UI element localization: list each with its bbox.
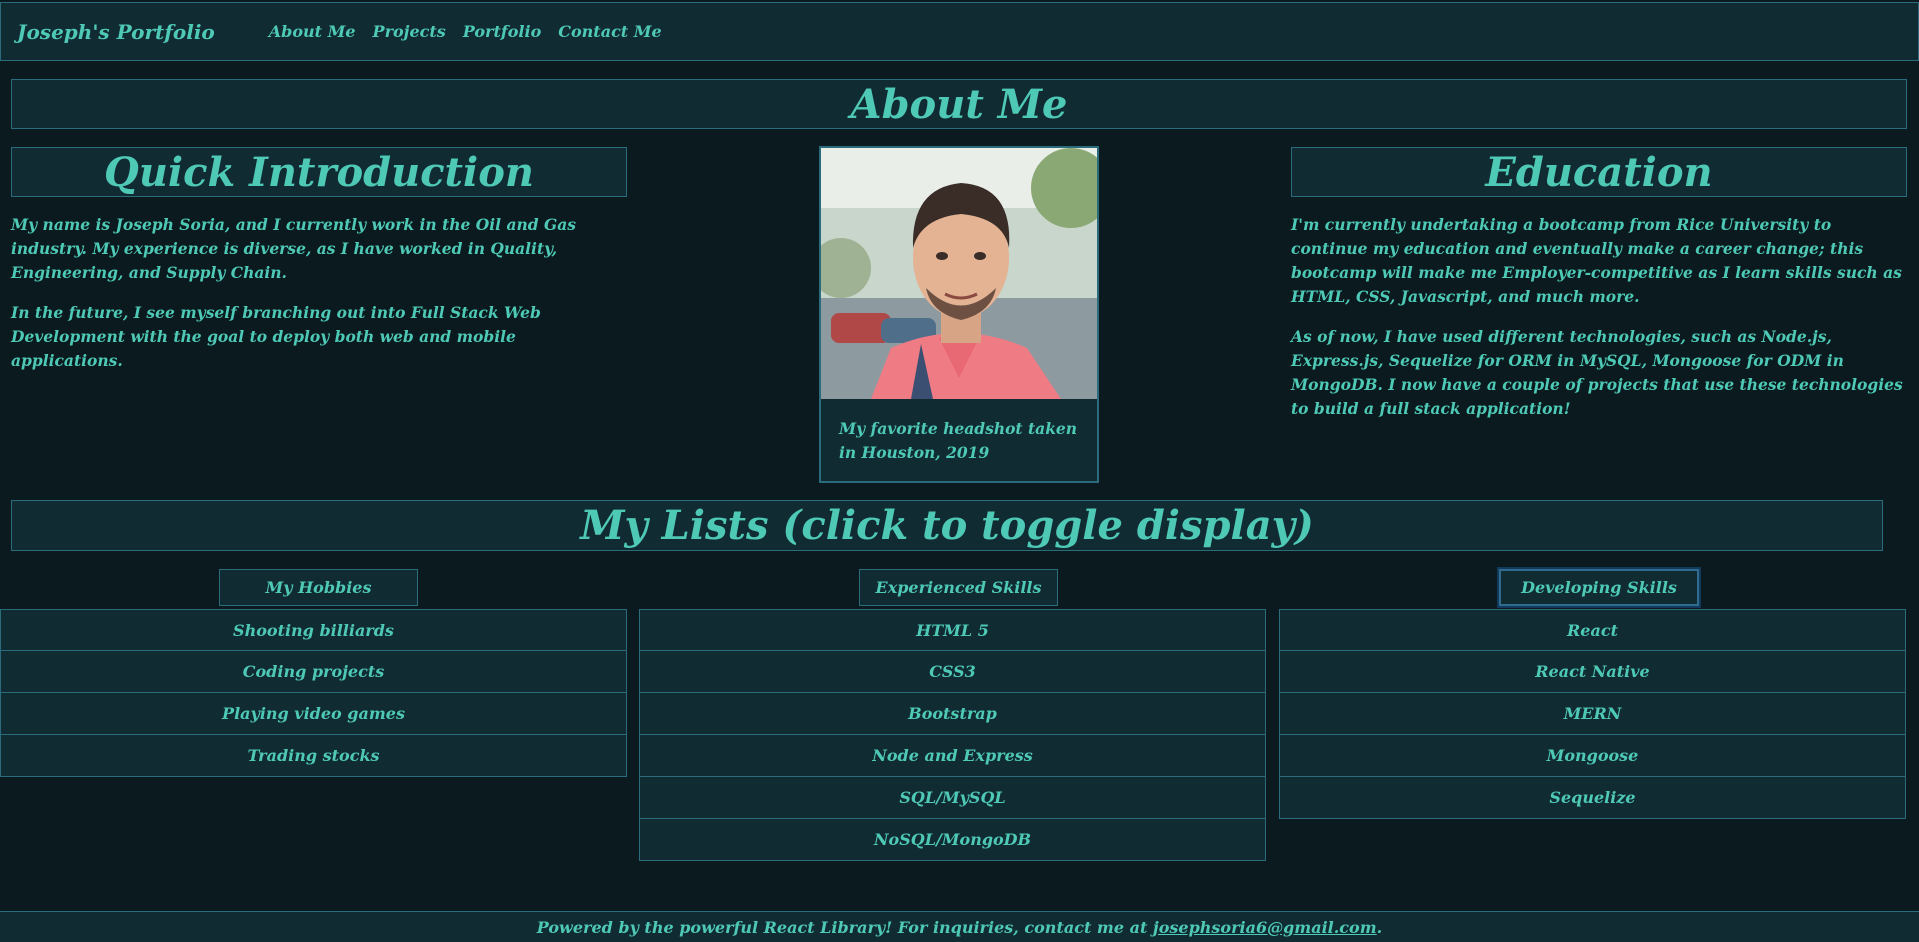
lists-heading: My Lists (click to toggle display) — [11, 500, 1883, 551]
toggle-developing-skills-button[interactable]: Developing Skills — [1499, 569, 1699, 606]
education-paragraph: I'm currently undertaking a bootcamp fro… — [1291, 215, 1902, 306]
toggle-hobbies-button[interactable]: My Hobbies — [219, 569, 418, 606]
page-title: About Me — [11, 79, 1907, 129]
list-item[interactable]: React Native — [1279, 651, 1906, 693]
headshot-card: My favorite headshot taken in Houston, 2… — [819, 146, 1099, 483]
education-heading: Education — [1291, 147, 1907, 197]
list-item[interactable]: HTML 5 — [639, 609, 1266, 651]
hobbies-list: Shooting billiards Coding projects Playi… — [0, 609, 627, 777]
email-link[interactable]: josephsoria6@gmail.com — [1153, 918, 1377, 937]
list-item[interactable]: NoSQL/MongoDB — [639, 819, 1266, 861]
footer: Powered by the powerful React Library! F… — [0, 911, 1919, 942]
list-item[interactable]: Trading stocks — [0, 735, 627, 777]
footer-text: Powered by the powerful React Library! F… — [536, 917, 1148, 937]
developing-skills-list: React React Native MERN Mongoose Sequeli… — [1279, 609, 1906, 819]
list-item[interactable]: MERN — [1279, 693, 1906, 735]
nav-link-projects[interactable]: Projects — [373, 22, 446, 41]
intro-heading: Quick Introduction — [11, 147, 627, 197]
brand-link[interactable]: Joseph's Portfolio — [17, 20, 215, 44]
list-item[interactable]: CSS3 — [639, 651, 1266, 693]
list-item[interactable]: Shooting billiards — [0, 609, 627, 651]
education-paragraph: As of now, I have used different technol… — [1291, 327, 1903, 418]
list-item[interactable]: Playing video games — [0, 693, 627, 735]
nav-link-about-me[interactable]: About Me — [269, 22, 356, 41]
intro-paragraph: In the future, I see myself branching ou… — [11, 303, 541, 370]
list-item[interactable]: Coding projects — [0, 651, 627, 693]
list-item[interactable]: Sequelize — [1279, 777, 1906, 819]
footer-suffix: . — [1376, 917, 1383, 937]
list-item[interactable]: SQL/MySQL — [639, 777, 1266, 819]
intro-paragraph: My name is Joseph Soria, and I currently… — [11, 215, 576, 282]
list-item[interactable]: Mongoose — [1279, 735, 1906, 777]
nav-link-contact-me[interactable]: Contact Me — [558, 22, 661, 41]
headshot-photo — [821, 148, 1097, 399]
headshot-caption: My favorite headshot taken in Houston, 2… — [839, 419, 1078, 462]
list-item[interactable]: Node and Express — [639, 735, 1266, 777]
navbar: Joseph's Portfolio About Me Projects Por… — [0, 2, 1919, 61]
experienced-skills-list: HTML 5 CSS3 Bootstrap Node and Express S… — [639, 609, 1266, 861]
list-item[interactable]: Bootstrap — [639, 693, 1266, 735]
toggle-experienced-skills-button[interactable]: Experienced Skills — [859, 569, 1058, 606]
nav-link-portfolio[interactable]: Portfolio — [463, 22, 541, 41]
list-item[interactable]: React — [1279, 609, 1906, 651]
